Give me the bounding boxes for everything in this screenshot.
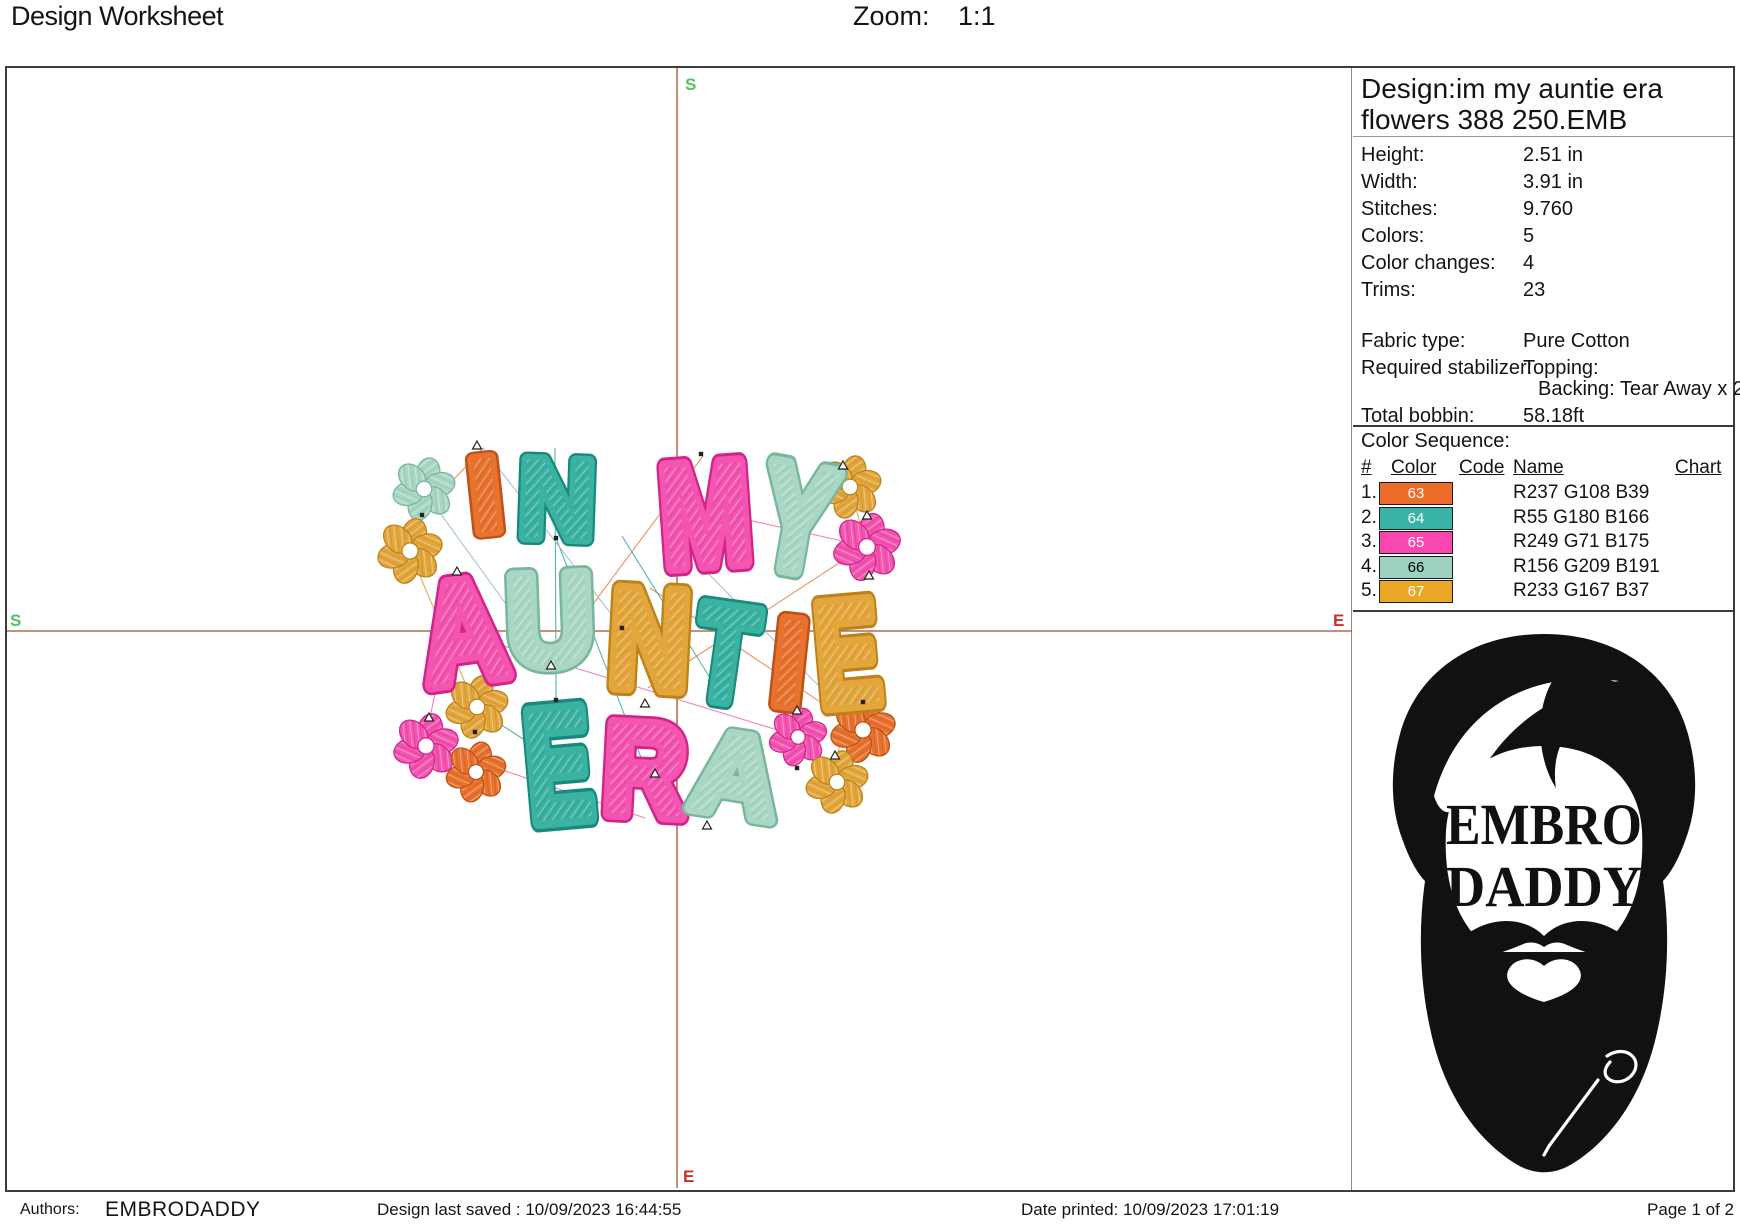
design-last-saved: Design last saved : 10/09/2023 16:44:55 bbox=[377, 1200, 681, 1220]
design-letter: A bbox=[410, 548, 516, 716]
color-sequence-section: Color Sequence: # Color Code Name Chart 1. 6… bbox=[1353, 425, 1733, 612]
fabric-label: Required stabilizer: bbox=[1361, 357, 1532, 380]
embroidery-design: IINNMMYYAAUUNNTTIIEEEERRAA bbox=[368, 431, 910, 856]
color-sequence-row: 4. 66 R156 G209 B191 bbox=[1353, 556, 1733, 579]
color-swatch: 64 bbox=[1379, 507, 1453, 530]
stat-label: Height: bbox=[1361, 144, 1424, 167]
authors-value: EMBRODADDY bbox=[105, 1198, 261, 1222]
design-letter: A bbox=[683, 706, 788, 846]
stat-label: Stitches: bbox=[1361, 198, 1438, 221]
color-swatch: 63 bbox=[1379, 482, 1453, 505]
color-index: 4. bbox=[1361, 556, 1377, 578]
fabric-value: Backing: Tear Away x 2 bbox=[1538, 378, 1740, 401]
color-rgb-name: R237 G108 B39 bbox=[1513, 482, 1649, 504]
stitch-point-marker bbox=[699, 452, 703, 456]
column-header-num: # bbox=[1361, 457, 1372, 479]
stitch-point-marker bbox=[861, 700, 865, 704]
color-sequence-row: 3. 65 R249 G71 B175 bbox=[1353, 531, 1733, 554]
zoom-value: 1:1 bbox=[958, 1, 996, 32]
column-header-chart: Chart bbox=[1675, 457, 1721, 479]
design-canvas: IINNMMYYAAUUNNTTIIEEEERRAA S S E E bbox=[7, 68, 1352, 1190]
design-letter: U bbox=[505, 548, 596, 694]
design-letter: I bbox=[463, 434, 508, 556]
color-rgb-name: R55 G180 B166 bbox=[1513, 507, 1649, 529]
color-index: 5. bbox=[1361, 580, 1377, 602]
fabric-label: Fabric type: bbox=[1361, 330, 1465, 353]
design-name: Design:im my auntie era flowers 388 250.… bbox=[1353, 68, 1733, 137]
stat-row: Width: 3.91 in bbox=[1353, 171, 1733, 195]
color-rgb-name: R233 G167 B37 bbox=[1513, 580, 1649, 602]
stitch-point-marker bbox=[473, 730, 477, 734]
worksheet-header: Design Worksheet Zoom: 1:1 bbox=[0, 0, 1740, 66]
brand-logo: EMBRO DADDY bbox=[1379, 628, 1709, 1184]
color-sequence-title: Color Sequence: bbox=[1361, 430, 1510, 453]
stat-label: Colors: bbox=[1361, 225, 1424, 248]
fabric-value: Pure Cotton bbox=[1523, 330, 1630, 353]
color-sequence-row: 2. 64 R55 G180 B166 bbox=[1353, 507, 1733, 530]
color-swatch: 66 bbox=[1379, 556, 1453, 579]
logo-word-daddy: DADDY bbox=[1446, 854, 1642, 919]
stat-value: 23 bbox=[1523, 279, 1545, 302]
info-panel: Design:im my auntie era flowers 388 250.… bbox=[1353, 68, 1733, 1190]
stat-label: Width: bbox=[1361, 171, 1418, 194]
stat-label: Trims: bbox=[1361, 279, 1416, 302]
color-swatch: 65 bbox=[1379, 531, 1453, 554]
stitch-point-marker bbox=[620, 626, 624, 630]
stat-value: 9.760 bbox=[1523, 198, 1573, 221]
stitch-point-marker bbox=[554, 536, 558, 540]
stitch-point-marker bbox=[554, 698, 558, 702]
worksheet-sheet: IINNMMYYAAUUNNTTIIEEEERRAA S S E E Desig… bbox=[5, 66, 1735, 1192]
design-letter: N bbox=[516, 435, 597, 563]
column-header-name: Name bbox=[1513, 457, 1564, 479]
stat-label: Color changes: bbox=[1361, 252, 1496, 275]
stat-row: Height: 2.51 in bbox=[1353, 144, 1733, 168]
stat-value: 4 bbox=[1523, 252, 1534, 275]
stat-value: 2.51 in bbox=[1523, 144, 1583, 167]
end-marker-right: E bbox=[1333, 611, 1344, 630]
design-letter: E bbox=[519, 676, 599, 856]
color-rgb-name: R156 G209 B191 bbox=[1513, 556, 1660, 578]
color-index: 2. bbox=[1361, 507, 1377, 529]
column-header-code: Code bbox=[1459, 457, 1504, 479]
stat-row: Stitches: 9.760 bbox=[1353, 198, 1733, 222]
worksheet-footer: Authors: EMBRODADDY Design last saved : … bbox=[0, 1192, 1740, 1227]
color-swatch: 67 bbox=[1379, 580, 1453, 603]
stat-row: Colors: 5 bbox=[1353, 225, 1733, 249]
logo-word-embro: EMBRO bbox=[1446, 792, 1642, 857]
fabric-value: Topping: bbox=[1523, 357, 1599, 380]
stat-row: Color changes: 4 bbox=[1353, 252, 1733, 276]
stat-value: 5 bbox=[1523, 225, 1534, 248]
color-sequence-row: 1. 63 R237 G108 B39 bbox=[1353, 482, 1733, 505]
design-letter: E bbox=[809, 571, 886, 739]
design-name-line1: Design:im my auntie era bbox=[1361, 73, 1725, 104]
embro-daddy-logo: EMBRO DADDY bbox=[1379, 628, 1709, 1184]
start-marker-left: S bbox=[10, 611, 21, 630]
page-number: Page 1 of 2 bbox=[1647, 1200, 1734, 1220]
stat-value: 3.91 in bbox=[1523, 171, 1583, 194]
date-printed: Date printed: 10/09/2023 17:01:19 bbox=[1021, 1200, 1279, 1220]
design-svg: IINNMMYYAAUUNNTTIIEEEERRAA S S E E bbox=[7, 68, 1352, 1188]
zoom-label: Zoom: bbox=[853, 1, 930, 32]
color-index: 3. bbox=[1361, 531, 1377, 553]
design-name-line2: flowers 388 250.EMB bbox=[1361, 104, 1725, 135]
start-marker-top: S bbox=[685, 75, 696, 94]
stitch-point-marker bbox=[420, 513, 424, 517]
end-marker-bottom: E bbox=[683, 1167, 694, 1186]
column-header-color: Color bbox=[1391, 457, 1436, 479]
page-title: Design Worksheet bbox=[11, 1, 223, 32]
color-rgb-name: R249 G71 B175 bbox=[1513, 531, 1649, 553]
stitch-point-marker bbox=[795, 766, 799, 770]
stat-row: Trims: 23 bbox=[1353, 279, 1733, 303]
fabric-row: Fabric type: Pure Cotton bbox=[1353, 330, 1733, 354]
color-index: 1. bbox=[1361, 482, 1377, 504]
color-sequence-row: 5. 67 R233 G167 B37 bbox=[1353, 580, 1733, 603]
authors-label: Authors: bbox=[20, 1201, 80, 1219]
design-letter: R bbox=[600, 695, 690, 845]
fabric-row: Backing: Tear Away x 2 bbox=[1353, 378, 1733, 402]
